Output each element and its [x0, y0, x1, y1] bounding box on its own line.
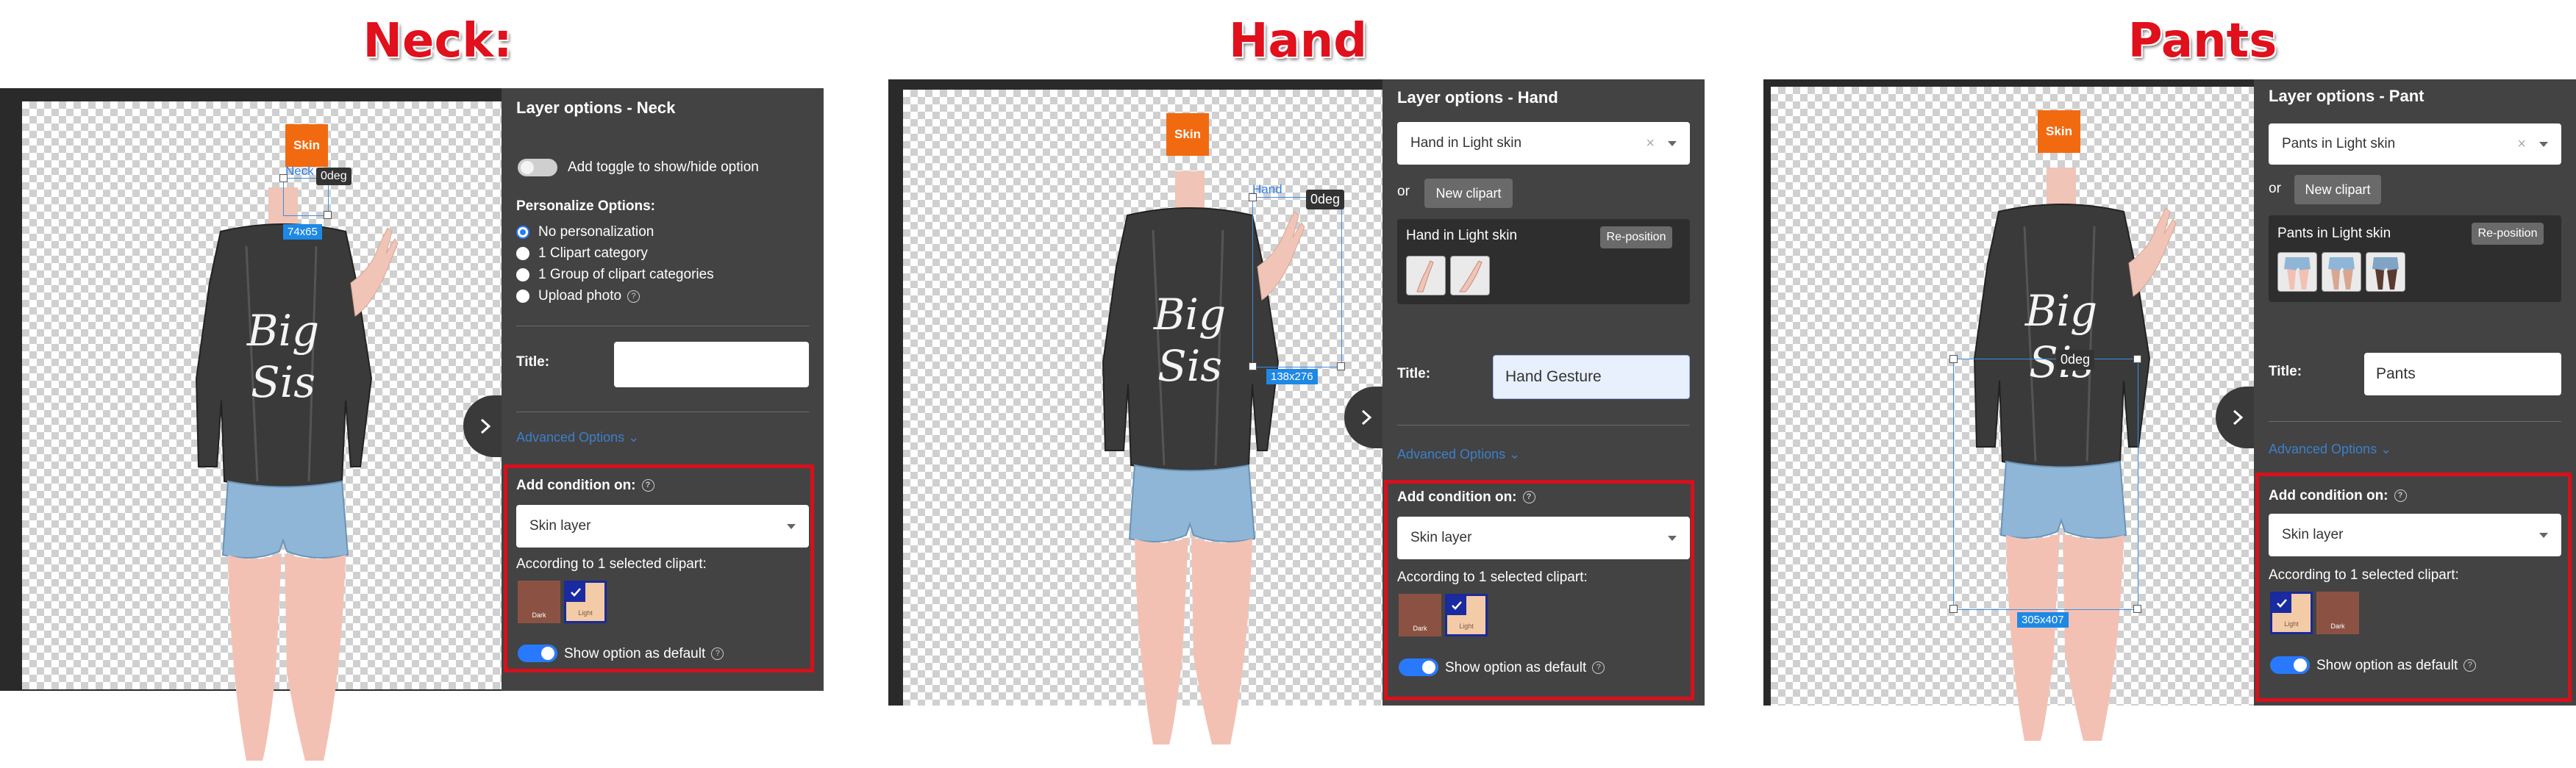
- neck-option-clipart-group[interactable]: 1 Group of clipart categories: [516, 267, 714, 283]
- pants-handle-tl[interactable]: [1949, 355, 1958, 363]
- divider: [1397, 425, 1690, 426]
- pants-new-clipart-button[interactable]: New clipart: [2294, 175, 2381, 204]
- divider: [2269, 421, 2561, 422]
- hand-clipart-icon: [1459, 260, 1483, 293]
- neck-option-upload-photo[interactable]: Upload photo?: [516, 288, 641, 304]
- hand-new-clipart-button[interactable]: New clipart: [1424, 179, 1513, 208]
- neck-personalize-label: Personalize Options:: [516, 198, 655, 214]
- pants-panel-title: Layer options - Pant: [2269, 87, 2425, 105]
- hand-or-label: or: [1397, 184, 1410, 199]
- pants-advanced-options-link[interactable]: Advanced Options ⌄: [2269, 442, 2391, 457]
- neck-panel-title: Layer options - Neck: [516, 98, 676, 117]
- chevron-right-icon: [2233, 409, 2244, 426]
- hand-highlight-box: [1384, 480, 1694, 700]
- pants-title-input[interactable]: Pants: [2364, 353, 2561, 395]
- hand-handle-tl[interactable]: [1249, 193, 1257, 201]
- pants-clipart-icon: [2372, 257, 2399, 290]
- chevron-right-icon: [1361, 409, 1372, 426]
- heading-hand: Hand: [1228, 14, 1368, 68]
- hand-clipart-box: Hand in Light skin Re-position: [1397, 219, 1690, 304]
- neck-toggle-label: Add toggle to show/hide option: [568, 159, 759, 175]
- option-label: 1 Clipart category: [538, 245, 648, 261]
- pants-size-badge: 305x407: [2017, 612, 2069, 628]
- pants-thumb-2[interactable]: [2322, 252, 2361, 292]
- hand-reposition-button[interactable]: Re-position: [1600, 226, 1672, 248]
- pants-rotation-badge: 0deg: [2056, 350, 2095, 370]
- help-icon[interactable]: ?: [627, 290, 641, 303]
- close-icon[interactable]: ×: [2517, 136, 2526, 153]
- heading-pants: Pants: [2127, 14, 2277, 68]
- heading-neck: Neck:: [363, 14, 513, 68]
- hand-editor: Skin Hand 0deg 138x276 Layer options - H…: [888, 79, 1705, 746]
- neck-visibility-toggle[interactable]: [518, 159, 557, 176]
- pants-clipart-name: Pants in Light skin: [2277, 226, 2391, 241]
- hand-selection-name: Hand: [1252, 182, 1282, 196]
- pants-handle-tr[interactable]: [2133, 355, 2141, 363]
- hand-thumb-1[interactable]: [1406, 256, 1446, 295]
- chevron-down-icon: [2539, 141, 2548, 147]
- neck-rotation-badge: 0deg: [316, 168, 352, 185]
- hand-panel-title: Layer options - Hand: [1397, 88, 1558, 107]
- neck-advanced-options-link[interactable]: Advanced Options ⌄: [516, 430, 639, 445]
- neck-title-input[interactable]: [614, 342, 809, 387]
- neck-highlight-box: [504, 464, 814, 672]
- neck-option-none[interactable]: No personalization: [516, 224, 654, 240]
- hand-selection-box[interactable]: [1252, 197, 1342, 367]
- neck-size-badge: 74x65: [283, 224, 322, 240]
- neck-selection-name: Neck: [285, 164, 314, 178]
- pants-handle-bl[interactable]: [1949, 605, 1958, 613]
- option-label: 1 Group of clipart categories: [538, 267, 714, 282]
- hand-title-input[interactable]: Hand Gesture: [1493, 355, 1690, 399]
- hand-title-label: Title:: [1397, 366, 1431, 381]
- neck-option-clipart-category[interactable]: 1 Clipart category: [516, 245, 648, 262]
- neck-title-label: Title:: [516, 354, 550, 370]
- hand-skin-tag[interactable]: Skin: [1166, 113, 1209, 156]
- hand-clipart-icon: [1416, 260, 1434, 293]
- hand-clipart-name: Hand in Light skin: [1406, 228, 1518, 243]
- neck-model-image: [195, 186, 399, 762]
- pants-clipart-icon: [2284, 257, 2311, 290]
- pants-thumb-1[interactable]: [2277, 252, 2317, 292]
- pants-selection-box[interactable]: [1953, 359, 2138, 610]
- chevron-right-icon: [480, 418, 491, 434]
- pants-editor: Skin 0deg 305x407 Layer options - Pant P…: [1763, 79, 2576, 742]
- close-icon[interactable]: ×: [1646, 135, 1655, 152]
- pants-or-label: or: [2269, 181, 2281, 196]
- pants-handle-br[interactable]: [2133, 605, 2141, 613]
- hand-rotation-badge: 0deg: [1306, 190, 1345, 209]
- option-label: No personalization: [538, 224, 654, 240]
- pants-clipart-icon: [2328, 257, 2355, 290]
- pants-highlight-box: [2255, 473, 2572, 702]
- neck-handle-tl[interactable]: [279, 174, 288, 182]
- pants-skin-tag[interactable]: Skin: [2038, 110, 2080, 153]
- hand-size-badge: 138x276: [1266, 369, 1318, 384]
- hand-thumb-2[interactable]: [1450, 256, 1490, 295]
- hand-handle-bl[interactable]: [1249, 362, 1257, 370]
- pants-clipart-select[interactable]: Pants in Light skin ×: [2269, 123, 2561, 165]
- neck-skin-tag[interactable]: Skin: [285, 124, 328, 167]
- pants-clipart-box: Pants in Light skin Re-position: [2269, 215, 2561, 302]
- hand-handle-br[interactable]: [1337, 362, 1345, 370]
- option-label: Upload photo: [538, 288, 622, 304]
- neck-editor: Skin Neck 0deg 74x65 Layer options - Nec…: [0, 88, 824, 762]
- hand-clipart-select[interactable]: Hand in Light skin ×: [1397, 122, 1690, 165]
- neck-handle-br[interactable]: [324, 211, 332, 219]
- pants-thumb-3[interactable]: [2366, 252, 2405, 292]
- chevron-down-icon: [1668, 140, 1677, 146]
- hand-advanced-options-link[interactable]: Advanced Options ⌄: [1397, 447, 1520, 462]
- pants-title-label: Title:: [2269, 364, 2302, 379]
- pants-reposition-button[interactable]: Re-position: [2472, 223, 2544, 245]
